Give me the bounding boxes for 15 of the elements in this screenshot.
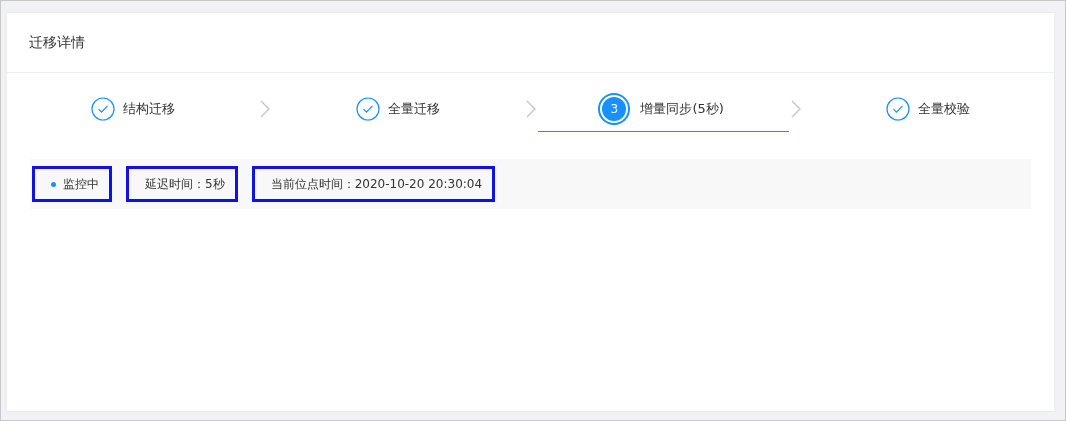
card-title: 迁移详情 bbox=[29, 33, 85, 52]
step-tab[interactable]: 全量校验 bbox=[802, 86, 1054, 132]
info-text: 延迟时间：5秒 bbox=[145, 175, 225, 193]
chevron-right-icon bbox=[260, 99, 271, 118]
check-circle-icon bbox=[886, 96, 911, 121]
step-tab[interactable]: 结构迁移 bbox=[7, 86, 259, 132]
status-text: 监控中 bbox=[63, 175, 99, 193]
step-tab[interactable]: 3 增量同步(5秒) bbox=[537, 86, 789, 132]
step-number: 3 bbox=[602, 96, 627, 121]
chevron-right-icon bbox=[525, 99, 536, 118]
info-text: 当前位点时间：2020-10-20 20:30:04 bbox=[270, 175, 483, 193]
step-tab[interactable]: 全量迁移 bbox=[272, 86, 524, 132]
check-circle-icon bbox=[355, 96, 380, 121]
chevron-right-icon bbox=[790, 99, 801, 118]
check-circle-icon bbox=[90, 96, 115, 121]
